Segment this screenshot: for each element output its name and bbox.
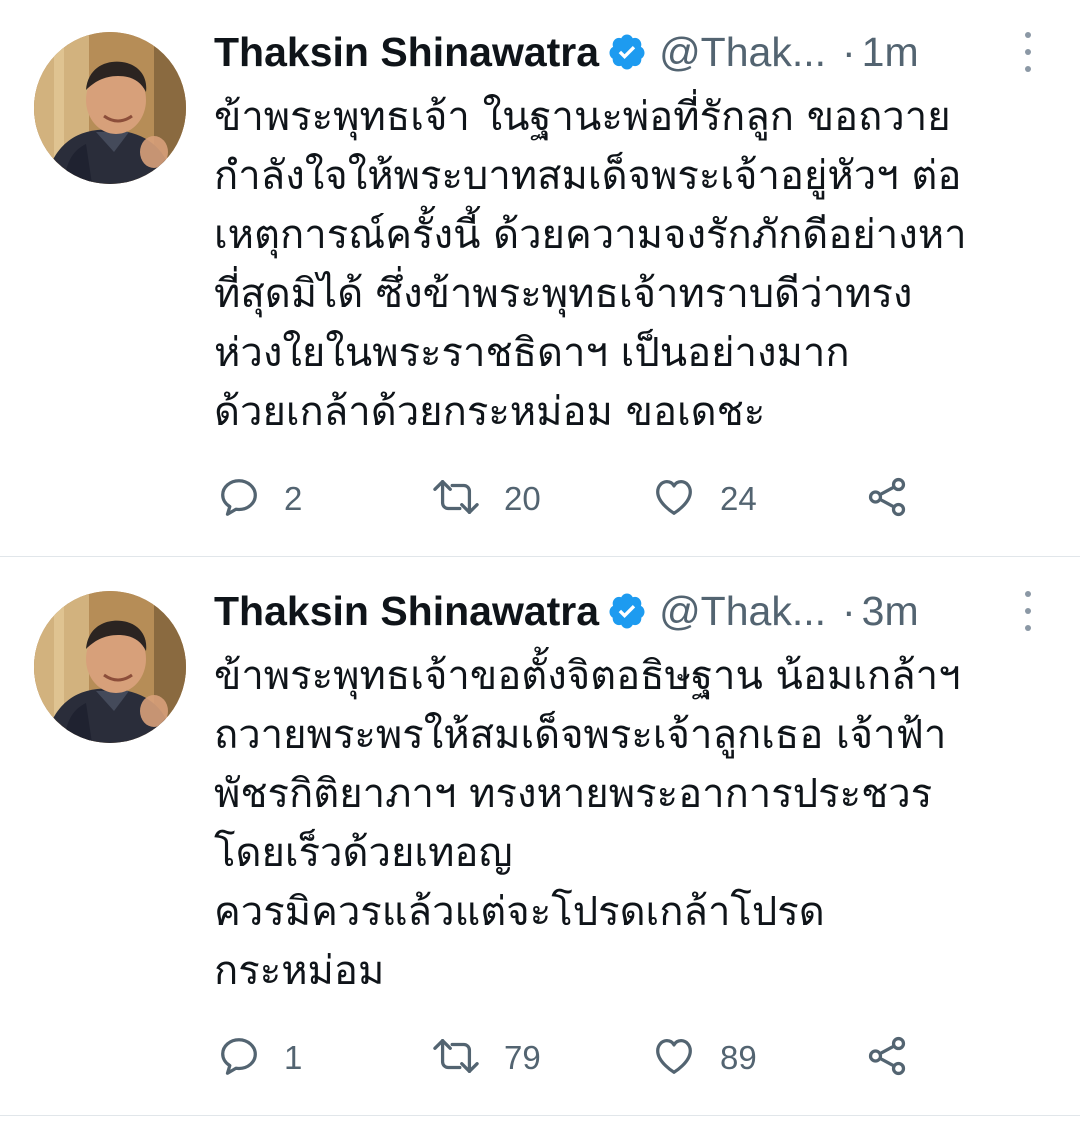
heart-icon <box>650 474 698 524</box>
tweet-timestamp[interactable]: 1m <box>862 29 919 76</box>
reply-count: 2 <box>284 480 303 517</box>
separator-dot: · <box>842 28 856 75</box>
heart-icon <box>650 1033 698 1083</box>
tweet-text-line: กระหม่อม <box>214 948 385 994</box>
author-handle[interactable]: @Thak... <box>659 29 826 76</box>
tweet[interactable]: Thaksin Shinawatra @Thak... · 3m ข้าพระพ… <box>0 557 1080 1116</box>
retweet-button[interactable]: 20 <box>430 470 541 528</box>
share-icon <box>864 1033 910 1083</box>
tweet-text-line: กำลังใจให้พระบาทสมเด็จพระเจ้าอยู่หัวฯ ต่… <box>214 153 962 199</box>
author-name[interactable]: Thaksin Shinawatra <box>214 588 599 635</box>
separator-dot: · <box>842 587 856 634</box>
retweet-icon <box>430 474 482 524</box>
reply-button[interactable]: 1 <box>216 1029 302 1087</box>
like-count: 89 <box>720 1039 757 1076</box>
tweet[interactable]: Thaksin Shinawatra @Thak... · 1m ข้าพระพ… <box>0 0 1080 557</box>
tweet-text: ข้าพระพุทธเจ้าขอตั้งจิตอธิษฐาน น้อมเกล้า… <box>214 647 1050 1001</box>
reply-count: 1 <box>284 1039 303 1076</box>
reply-icon <box>216 474 262 524</box>
author-name[interactable]: Thaksin Shinawatra <box>214 29 599 76</box>
tweet-actions: 1 79 89 <box>216 1029 916 1087</box>
tweet-header: Thaksin Shinawatra @Thak... · 3m <box>214 585 1040 637</box>
retweet-button[interactable]: 79 <box>430 1029 541 1087</box>
reply-button[interactable]: 2 <box>216 470 302 528</box>
retweet-icon <box>430 1033 482 1083</box>
tweet-text-line: พัชรกิติยาภาฯ ทรงหายพระอาการประชวร <box>214 771 933 817</box>
like-button[interactable]: 89 <box>650 1029 757 1087</box>
reply-icon <box>216 1033 262 1083</box>
avatar[interactable] <box>34 591 186 743</box>
tweet-timestamp[interactable]: 3m <box>862 588 919 635</box>
verified-badge-icon <box>607 32 647 72</box>
tweet-text-line: ควรมิควรแล้วแต่จะโปรดเกล้าโปรด <box>214 889 825 935</box>
tweet-text-line: โดยเร็วด้วยเทอญ <box>214 830 513 876</box>
tweet-header: Thaksin Shinawatra @Thak... · 1m <box>214 26 1040 78</box>
tweet-text-line: ข้าพระพุทธเจ้า ในฐานะพ่อที่รักลูก ขอถวาย <box>214 94 951 140</box>
verified-badge-icon <box>607 591 647 631</box>
like-button[interactable]: 24 <box>650 470 757 528</box>
retweet-count: 20 <box>504 480 541 517</box>
tweet-text-line: เหตุการณ์ครั้งนี้ ด้วยความจงรักภักดีอย่า… <box>214 212 967 258</box>
author-handle[interactable]: @Thak... <box>659 588 826 635</box>
tweet-text: ข้าพระพุทธเจ้า ในฐานะพ่อที่รักลูก ขอถวาย… <box>214 88 1050 442</box>
tweet-text-line: ด้วยเกล้าด้วยกระหม่อม ขอเดชะ <box>214 389 766 435</box>
share-button[interactable] <box>864 470 910 528</box>
share-button[interactable] <box>864 1029 910 1087</box>
tweet-text-line: ถวายพระพรให้สมเด็จพระเจ้าลูกเธอ เจ้าฟ้า <box>214 712 947 758</box>
tweet-text-line: ห่วงใยในพระราชธิดาฯ เป็นอย่างมาก <box>214 330 850 376</box>
share-icon <box>864 474 910 524</box>
tweet-text-line: ที่สุดมิได้ ซึ่งข้าพระพุทธเจ้าทราบดีว่าท… <box>214 271 913 317</box>
tweet-text-line: ข้าพระพุทธเจ้าขอตั้งจิตอธิษฐาน น้อมเกล้า… <box>214 653 961 699</box>
more-options-icon[interactable] <box>1016 32 1040 72</box>
retweet-count: 79 <box>504 1039 541 1076</box>
like-count: 24 <box>720 480 757 517</box>
tweet-actions: 2 20 24 <box>216 470 916 528</box>
more-options-icon[interactable] <box>1016 591 1040 631</box>
avatar[interactable] <box>34 32 186 184</box>
